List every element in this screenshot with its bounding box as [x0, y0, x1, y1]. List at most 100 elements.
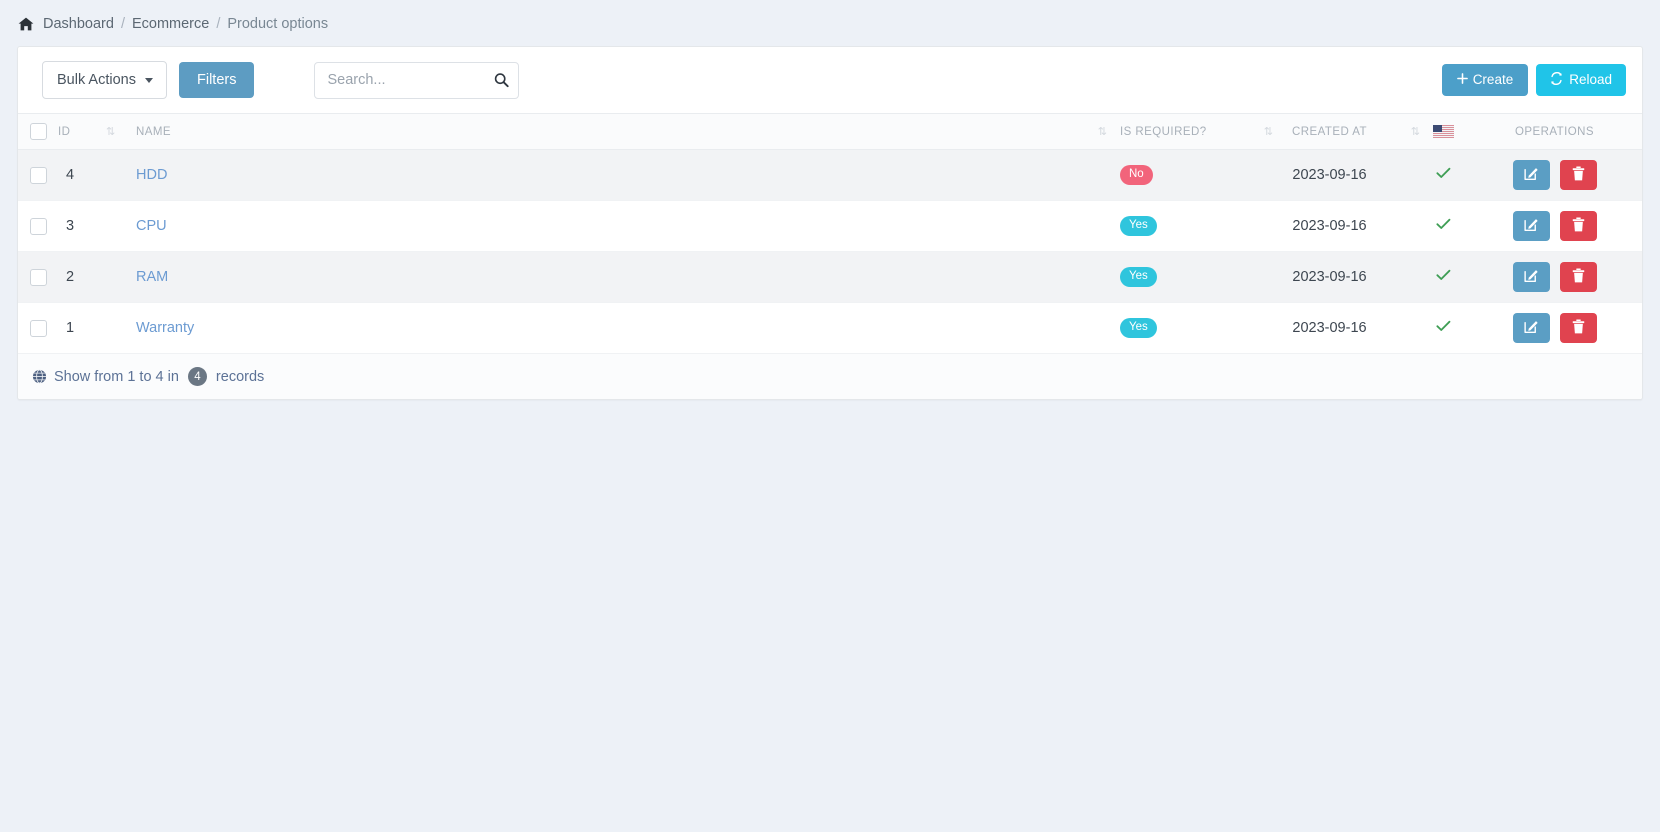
create-button[interactable]: Create [1441, 64, 1529, 96]
table-head: ID ⇅ NAME ⇅ IS REQUIRED? ⇅ CREATED AT ⇅ [18, 113, 1642, 150]
row-name-link[interactable]: RAM [136, 269, 168, 285]
edit-button[interactable] [1512, 262, 1550, 292]
cell-active [1419, 251, 1467, 303]
edit-icon [1523, 319, 1539, 337]
breadcrumb-item-ecommerce[interactable]: Ecommerce [132, 16, 209, 32]
cell-active [1419, 200, 1467, 252]
bulk-actions-dropdown[interactable]: Bulk Actions [42, 61, 167, 99]
cell-spacer [1226, 200, 1272, 252]
cell-id: 4 [58, 149, 106, 201]
cell-id: 1 [58, 302, 106, 354]
select-all-header [18, 113, 58, 150]
globe-icon [32, 369, 47, 384]
cell-name: RAM [136, 251, 1074, 303]
refresh-icon [1550, 72, 1563, 88]
cell-operations [1467, 200, 1642, 252]
sort-toggle-created-at[interactable]: ⇅ [1387, 113, 1420, 150]
cell-spacer [106, 251, 136, 303]
row-select-cell [18, 200, 58, 252]
cell-spacer [1226, 302, 1272, 354]
table-row: 4 HDD No 2023-09-16 [18, 149, 1642, 201]
cell-spacer [106, 149, 136, 201]
cell-spacer [1226, 149, 1272, 201]
select-all-checkbox[interactable] [29, 123, 47, 140]
product-options-card: Bulk Actions Filters Create [17, 46, 1643, 400]
column-header-created-at[interactable]: CREATED AT [1272, 113, 1387, 150]
footer-text-after: records [215, 368, 265, 385]
trash-icon [1572, 166, 1585, 184]
sort-icon: ⇅ [106, 126, 115, 138]
cell-spacer [1226, 251, 1272, 303]
edit-button[interactable] [1512, 211, 1550, 241]
cell-spacer [1074, 251, 1106, 303]
breadcrumb-item-product-options: Product options [227, 16, 329, 32]
cell-active [1419, 149, 1467, 201]
table-row: 1 Warranty Yes 2023-09-16 [18, 302, 1642, 354]
reload-label: Reload [1569, 72, 1612, 88]
check-icon [1435, 269, 1451, 285]
delete-button[interactable] [1559, 211, 1597, 241]
filters-button[interactable]: Filters [179, 62, 255, 98]
cell-spacer [106, 302, 136, 354]
us-flag-icon [1419, 113, 1467, 150]
cell-created-at: 2023-09-16 [1272, 149, 1387, 201]
status-badge: Yes [1120, 318, 1157, 338]
row-select-cell [18, 302, 58, 354]
sort-toggle-is-required[interactable]: ⇅ [1226, 113, 1273, 150]
delete-button[interactable] [1559, 313, 1597, 343]
trash-icon [1572, 217, 1585, 235]
breadcrumb-item-dashboard[interactable]: Dashboard [43, 16, 114, 32]
column-header-is-required[interactable]: IS REQUIRED? [1106, 113, 1226, 150]
search-box [314, 61, 520, 99]
table-header-row: ID ⇅ NAME ⇅ IS REQUIRED? ⇅ CREATED AT ⇅ [18, 113, 1642, 150]
cell-is-required: Yes [1106, 251, 1226, 303]
product-options-table: ID ⇅ NAME ⇅ IS REQUIRED? ⇅ CREATED AT ⇅ [18, 113, 1642, 354]
check-icon [1435, 320, 1451, 336]
sort-toggle-id[interactable]: ⇅ [106, 113, 136, 150]
edit-button[interactable] [1512, 160, 1550, 190]
sort-icon: ⇅ [1263, 126, 1273, 138]
cell-spacer [1387, 302, 1419, 354]
row-checkbox[interactable] [29, 166, 47, 184]
row-name-link[interactable]: Warranty [136, 320, 194, 336]
edit-icon [1523, 166, 1539, 184]
column-header-name[interactable]: NAME [136, 113, 1074, 150]
record-count-badge: 4 [187, 367, 207, 386]
edit-icon [1523, 268, 1539, 286]
table-body: 4 HDD No 2023-09-16 3 CPU Yes 2023-09-16 2 RAM Yes… [18, 149, 1642, 354]
edit-button[interactable] [1512, 313, 1550, 343]
cell-operations [1467, 302, 1642, 354]
sort-toggle-name[interactable]: ⇅ [1074, 113, 1107, 150]
reload-button[interactable]: Reload [1536, 64, 1626, 96]
row-checkbox[interactable] [29, 217, 47, 235]
caret-down-icon [145, 77, 153, 83]
table-row: 2 RAM Yes 2023-09-16 [18, 251, 1642, 303]
trash-icon [1572, 268, 1585, 286]
breadcrumb-separator: / [216, 16, 221, 32]
column-header-id[interactable]: ID [58, 113, 106, 150]
cell-is-required: Yes [1106, 302, 1226, 354]
cell-spacer [1074, 149, 1106, 201]
cell-spacer [1387, 251, 1419, 303]
cell-spacer [1074, 200, 1106, 252]
delete-button[interactable] [1559, 160, 1597, 190]
delete-button[interactable] [1559, 262, 1597, 292]
breadcrumb: Dashboard / Ecommerce / Product options [0, 0, 1660, 46]
cell-name: HDD [136, 149, 1074, 201]
row-name-link[interactable]: HDD [136, 167, 167, 183]
status-badge: No [1120, 165, 1153, 185]
cell-id: 3 [58, 200, 106, 252]
cell-is-required: Yes [1106, 200, 1226, 252]
cell-operations [1467, 149, 1642, 201]
cell-is-required: No [1106, 149, 1226, 201]
cell-operations [1467, 251, 1642, 303]
check-icon [1435, 167, 1451, 183]
row-checkbox[interactable] [29, 268, 47, 286]
create-label: Create [1472, 72, 1514, 88]
cell-spacer [1074, 302, 1106, 354]
row-checkbox[interactable] [29, 319, 47, 337]
row-name-link[interactable]: CPU [136, 218, 167, 234]
search-input[interactable] [314, 61, 520, 99]
cell-id: 2 [58, 251, 106, 303]
sort-icon: ⇅ [1410, 126, 1420, 138]
